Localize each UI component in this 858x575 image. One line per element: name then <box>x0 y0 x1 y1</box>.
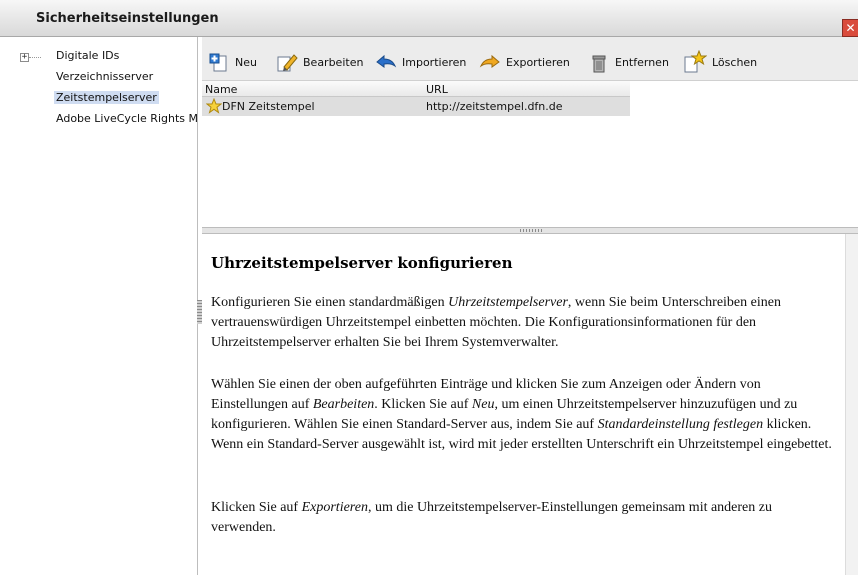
window-titlebar: Sicherheitseinstellungen ✕ <box>0 0 858 37</box>
edit-icon <box>277 54 298 72</box>
close-button[interactable]: ✕ <box>842 19 858 37</box>
toolbar: Neu Bearbeiten Importieren Exportieren E… <box>202 37 858 81</box>
remove-button[interactable]: Entfernen <box>588 51 669 73</box>
import-button[interactable]: Importieren <box>375 51 466 73</box>
edit-label: Bearbeiten <box>303 55 364 69</box>
import-label: Importieren <box>402 55 467 69</box>
edit-button[interactable]: Bearbeiten <box>276 51 363 73</box>
export-label: Exportieren <box>506 55 570 69</box>
row-name: DFN Zeitstempel <box>222 100 315 113</box>
help-paragraph-1: Konfigurieren Sie einen standardmäßigen … <box>211 295 781 350</box>
tree-connector <box>29 57 41 58</box>
column-header-url[interactable]: URL <box>426 83 448 96</box>
export-arrow-icon <box>479 54 500 68</box>
help-paragraph-3: Klicken Sie auf Exportieren, um die Uhrz… <box>211 500 772 535</box>
tree-item-adobe-livecycle[interactable]: Adobe LiveCycle Rights Ma <box>56 112 197 125</box>
new-label: Neu <box>235 55 257 69</box>
star-icon <box>206 98 222 114</box>
help-title: Uhrzeitstempelserver konfigurieren <box>211 254 513 272</box>
help-scrollbar[interactable] <box>845 234 858 575</box>
tree-item-zeitstempelserver[interactable]: Zeitstempelserver <box>54 91 159 104</box>
column-header-name[interactable]: Name <box>205 83 237 96</box>
star-document-icon <box>684 50 707 73</box>
row-url: http://zeitstempel.dfn.de <box>426 100 563 113</box>
tree-item-verzeichnisserver[interactable]: Verzeichnisserver <box>56 70 153 83</box>
import-arrow-icon <box>376 54 397 68</box>
remove-label: Entfernen <box>615 55 669 69</box>
new-icon <box>209 53 227 72</box>
delete-label: Löschen <box>712 55 758 69</box>
close-icon: ✕ <box>845 21 856 35</box>
category-tree: + Digitale IDs Verzeichnisserver Zeitste… <box>0 37 198 575</box>
expand-icon[interactable]: + <box>20 53 29 62</box>
horizontal-splitter[interactable] <box>202 227 858 234</box>
help-paragraph-2: Wählen Sie einen der oben aufgeführten E… <box>211 377 832 452</box>
window-title: Sicherheitseinstellungen <box>36 11 219 26</box>
trash-icon <box>592 55 606 73</box>
new-button[interactable]: Neu <box>208 51 257 73</box>
table-row[interactable]: DFN Zeitstempel http://zeitstempel.dfn.d… <box>202 97 630 116</box>
list-header: Name URL <box>202 81 630 97</box>
tree-item-digitale-ids[interactable]: Digitale IDs <box>56 49 119 62</box>
server-list: Name URL DFN Zeitstempel http://zeitstem… <box>202 81 858 227</box>
splitter-grip <box>520 229 544 232</box>
help-pane: Uhrzeitstempelserver konfigurieren Konfi… <box>202 234 858 575</box>
delete-button[interactable]: Löschen <box>683 50 758 73</box>
export-button[interactable]: Exportieren <box>479 51 570 73</box>
right-panel: Neu Bearbeiten Importieren Exportieren E… <box>202 37 858 575</box>
